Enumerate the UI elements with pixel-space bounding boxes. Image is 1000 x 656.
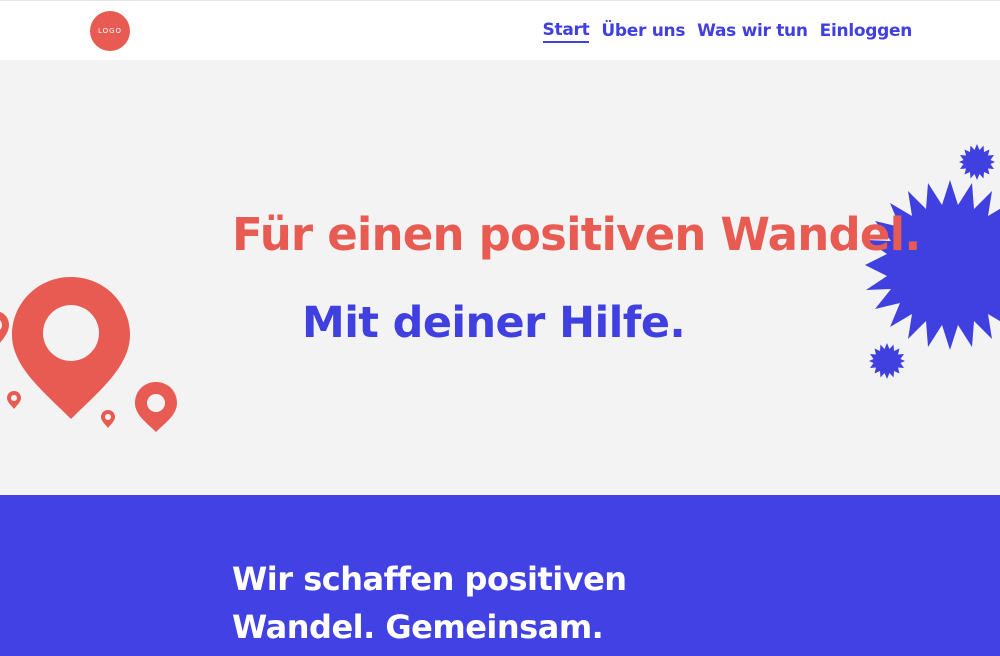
map-pin-icon xyxy=(0,311,9,343)
page: LOGO Start Über uns Was wir tun Einlogge… xyxy=(0,0,1000,656)
map-pin-icon xyxy=(12,277,130,419)
map-pin-icon xyxy=(135,382,177,432)
map-pin-icon xyxy=(7,391,21,409)
mission-heading-line-2: Wandel. Gemeinsam. xyxy=(232,608,604,646)
mission-heading-line-1: Wir schaffen positiven xyxy=(232,560,627,598)
hero-subtitle: Mit deiner Hilfe. xyxy=(302,298,686,348)
logo[interactable]: LOGO xyxy=(90,11,130,51)
starburst-icon xyxy=(869,343,905,379)
map-pin-icon xyxy=(101,410,115,428)
hero-title: Für einen positiven Wandel. xyxy=(232,208,921,261)
site-header: LOGO Start Über uns Was wir tun Einlogge… xyxy=(0,0,1000,60)
nav-link-was-wir-tun[interactable]: Was wir tun xyxy=(697,19,808,43)
starburst-icon xyxy=(959,144,995,180)
main-nav: Start Über uns Was wir tun Einloggen xyxy=(542,19,913,43)
mission-section: Wir schaffen positiven Wandel. Gemeinsam… xyxy=(0,495,1000,656)
logo-text: LOGO xyxy=(97,27,123,35)
nav-link-start[interactable]: Start xyxy=(542,19,590,43)
nav-link-ueber-uns[interactable]: Über uns xyxy=(601,19,685,43)
hero-section: Für einen positiven Wandel. Mit deiner H… xyxy=(0,60,1000,495)
nav-link-einloggen[interactable]: Einloggen xyxy=(820,19,913,43)
starburst-icon xyxy=(865,180,1000,350)
